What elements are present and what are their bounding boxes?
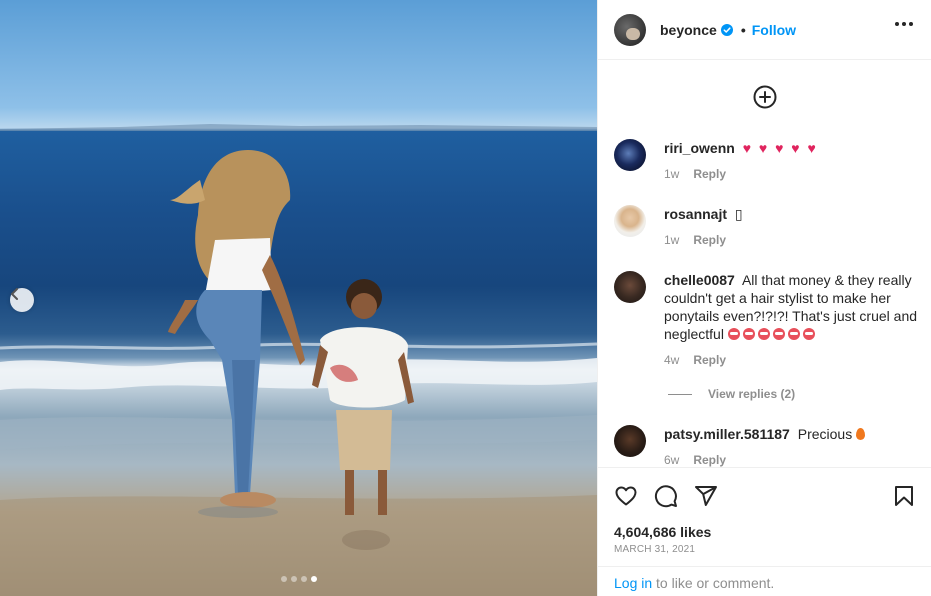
commenter-avatar[interactable] bbox=[614, 139, 646, 171]
carousel-dot bbox=[291, 576, 297, 582]
heart-icon[interactable] bbox=[614, 484, 638, 508]
carousel-dot-active bbox=[311, 576, 317, 582]
comment-username[interactable]: patsy.miller.581187 bbox=[664, 426, 790, 442]
reply-button[interactable]: Reply bbox=[693, 451, 726, 467]
reply-button[interactable]: Reply bbox=[693, 165, 726, 183]
comment-item: patsy.miller.581187 Precious 6w Reply bbox=[614, 425, 918, 467]
beach-scene-image bbox=[0, 124, 597, 596]
login-prompt: Log in to like or comment. bbox=[598, 566, 931, 596]
comment-item: riri_owenn ♥ ♥ ♥ ♥ ♥ 1w Reply bbox=[614, 139, 918, 183]
divider-line bbox=[668, 393, 692, 395]
mask-emoji-icon bbox=[757, 328, 770, 340]
mask-emoji-icon bbox=[727, 328, 740, 340]
bookmark-icon[interactable] bbox=[892, 484, 916, 508]
reply-button[interactable]: Reply bbox=[693, 351, 726, 369]
fire-emoji-icon bbox=[856, 428, 866, 440]
carousel-dot bbox=[281, 576, 287, 582]
comment-username[interactable]: chelle0087 bbox=[664, 272, 735, 288]
reply-button[interactable]: Reply bbox=[693, 231, 726, 249]
add-circle-icon[interactable] bbox=[753, 85, 777, 109]
post-sidebar: beyonce • Follow riri_owenn ♥ ♥ ♥ ♥ ♥ 1w… bbox=[597, 0, 931, 596]
post-date[interactable]: MARCH 31, 2021 bbox=[614, 544, 695, 555]
mask-emoji-icon bbox=[787, 328, 800, 340]
view-replies-button[interactable]: View replies (2) bbox=[668, 387, 795, 401]
comment-age: 1w bbox=[664, 233, 680, 247]
comment-age: 4w bbox=[664, 353, 680, 367]
comment-age: 1w bbox=[664, 167, 680, 181]
chevron-left-icon bbox=[11, 288, 18, 300]
comments-list[interactable]: riri_owenn ♥ ♥ ♥ ♥ ♥ 1w Reply rosannajt … bbox=[598, 61, 931, 467]
comment-age: 6w bbox=[664, 453, 680, 467]
comment-icon[interactable] bbox=[654, 484, 678, 508]
carousel-dot bbox=[301, 576, 307, 582]
action-icon-bar bbox=[614, 484, 916, 508]
login-link[interactable]: Log in bbox=[614, 575, 652, 591]
post-actions: 4,604,686 likes MARCH 31, 2021 Log in to… bbox=[598, 467, 931, 596]
comment-item: rosannajt ▯ 1w Reply bbox=[614, 205, 918, 249]
comment-item: chelle0087 All that money & they really … bbox=[614, 271, 918, 369]
view-replies-label: View replies (2) bbox=[708, 387, 796, 401]
mask-emoji-icon bbox=[772, 328, 785, 340]
carousel-prev-button[interactable] bbox=[10, 288, 34, 312]
post-header: beyonce • Follow bbox=[598, 0, 931, 60]
likes-count[interactable]: 4,604,686 likes bbox=[614, 524, 711, 540]
carousel-indicator bbox=[281, 576, 317, 582]
emoji-row bbox=[727, 326, 818, 342]
comment-username[interactable]: riri_owenn bbox=[664, 140, 735, 156]
mask-emoji-icon bbox=[742, 328, 755, 340]
mask-emoji-icon bbox=[802, 328, 815, 340]
comment-text: Precious bbox=[797, 426, 853, 442]
comment-text: ▯ bbox=[734, 206, 743, 222]
author-username[interactable]: beyonce bbox=[660, 22, 717, 38]
comment-username[interactable]: rosannajt bbox=[664, 206, 727, 222]
comment-text: ♥ ♥ ♥ ♥ ♥ bbox=[742, 140, 818, 156]
login-prompt-text: to like or comment. bbox=[652, 575, 775, 591]
commenter-avatar[interactable] bbox=[614, 205, 646, 237]
woman-figure bbox=[168, 150, 305, 518]
share-icon[interactable] bbox=[694, 484, 718, 508]
follow-button[interactable]: Follow bbox=[752, 22, 796, 38]
more-options-icon[interactable] bbox=[895, 22, 913, 26]
separator-dot: • bbox=[740, 21, 746, 38]
verified-badge-icon bbox=[720, 23, 733, 36]
commenter-avatar[interactable] bbox=[614, 271, 646, 303]
post-photo[interactable] bbox=[0, 0, 597, 596]
commenter-avatar[interactable] bbox=[614, 425, 646, 457]
author-avatar[interactable] bbox=[614, 13, 646, 46]
